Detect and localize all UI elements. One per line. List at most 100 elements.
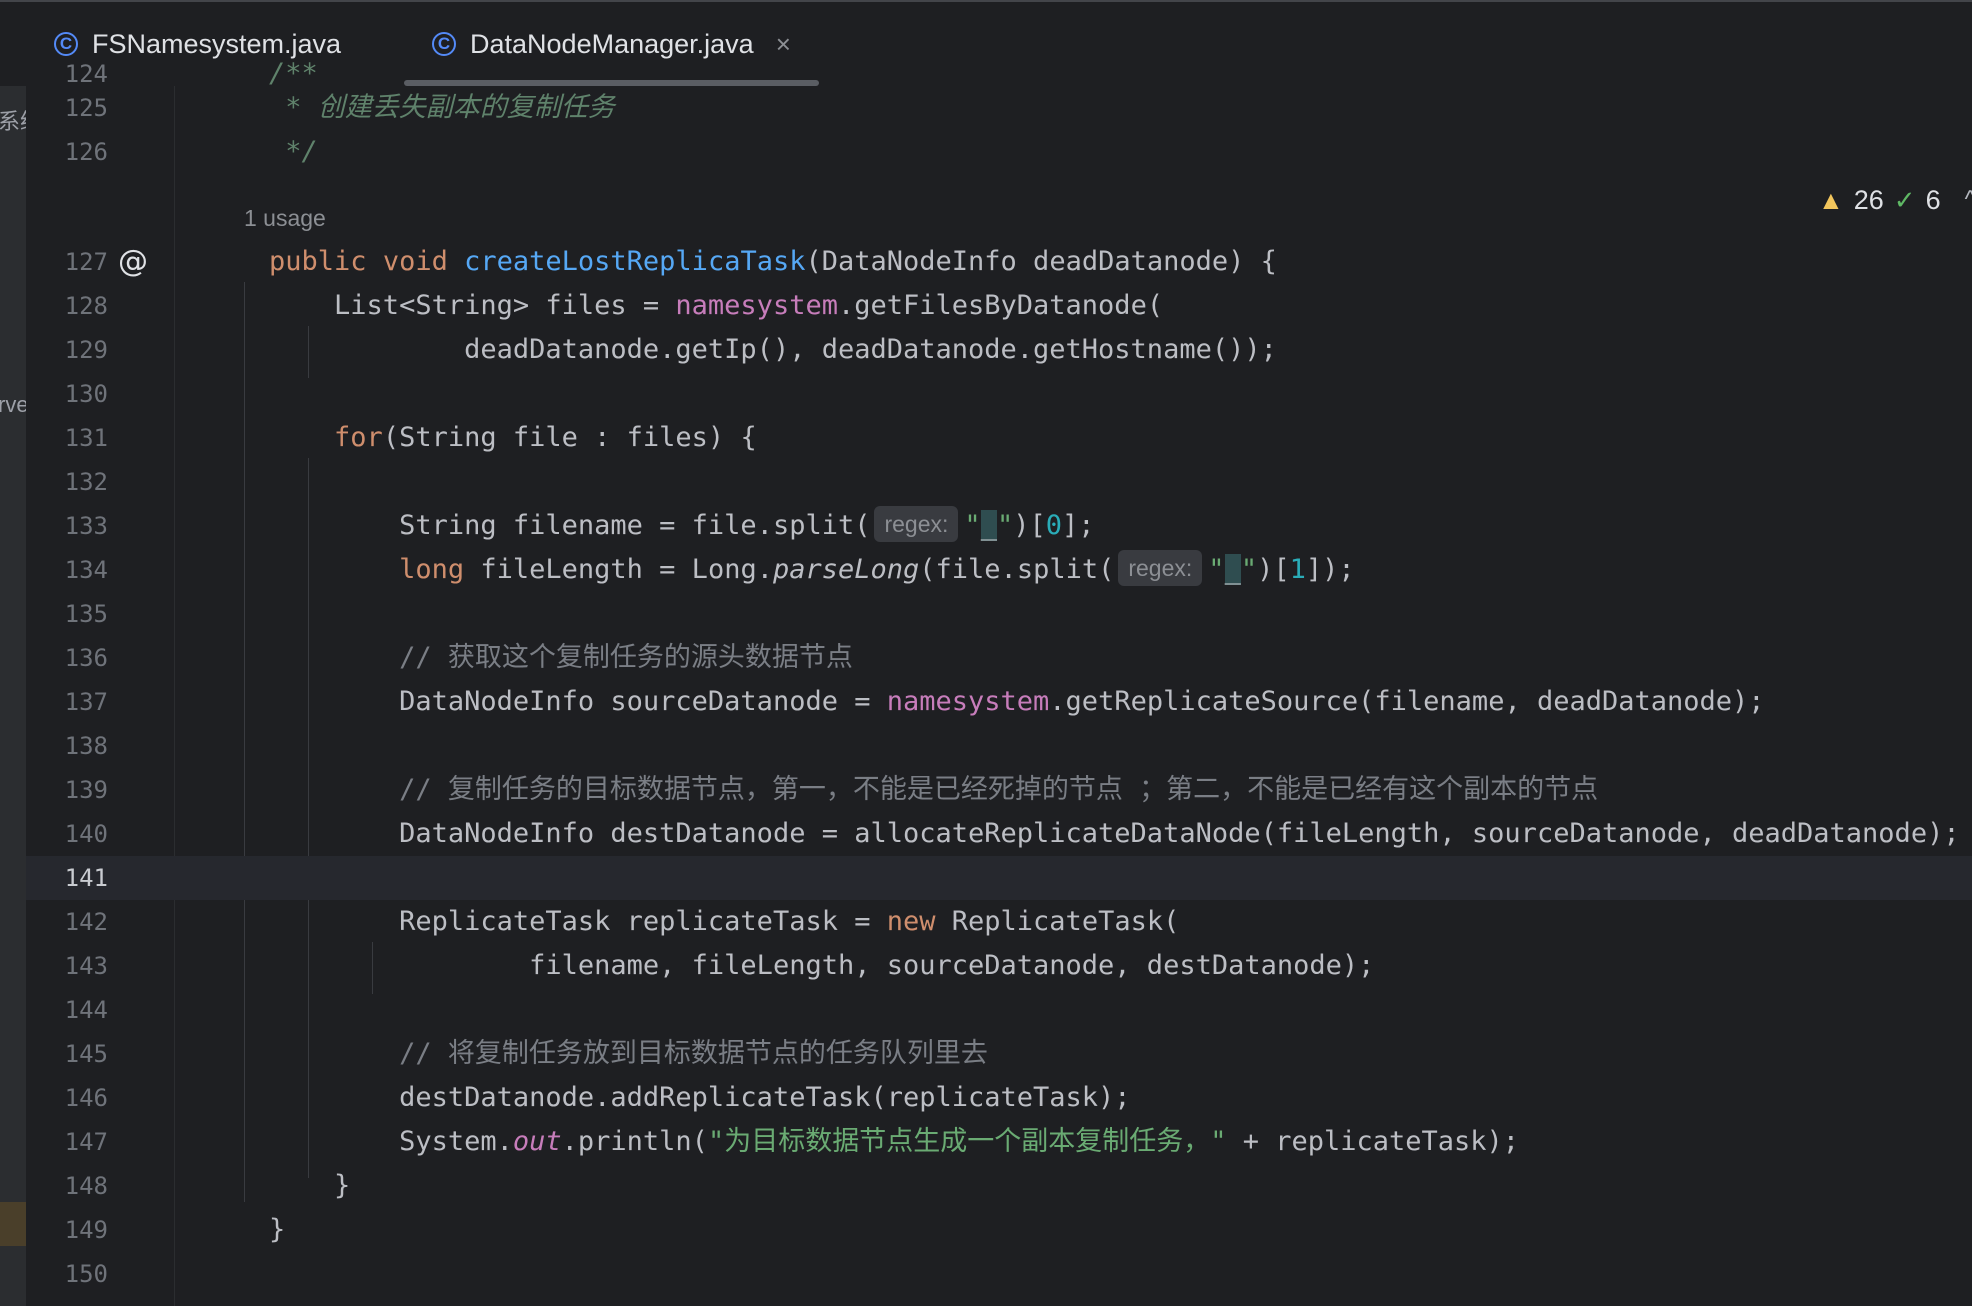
line-number[interactable]: 141 bbox=[46, 856, 108, 900]
chevron-up-icon[interactable]: ^ bbox=[1965, 186, 1972, 214]
line-number[interactable]: 146 bbox=[46, 1076, 108, 1120]
line-number[interactable]: 143 bbox=[46, 944, 108, 988]
code-line[interactable]: 136 // 获取这个复制任务的源头数据节点 bbox=[26, 636, 1972, 680]
code-line[interactable]: 141 bbox=[26, 856, 1972, 900]
line-number[interactable]: 144 bbox=[46, 988, 108, 1032]
code-token: namesystem bbox=[675, 290, 838, 321]
usage-hint[interactable]: 1 usage bbox=[244, 196, 326, 240]
line-code: String filename = file.split(regex: "_")[… bbox=[204, 504, 1095, 548]
code-line[interactable]: 130 bbox=[26, 372, 1972, 416]
code-token: " bbox=[964, 510, 981, 541]
code-line[interactable]: 128 List<String> files = namesystem.getF… bbox=[26, 284, 1972, 328]
code-line[interactable]: 135 bbox=[26, 592, 1972, 636]
project-tool-window-edge[interactable]: 系统 rve bbox=[0, 86, 26, 1306]
code-token: destDatanode.addReplicateTask(replicateT… bbox=[204, 1082, 1131, 1113]
code-token: (String file : files) { bbox=[382, 422, 757, 453]
line-code: public void createLostReplicaTask(DataNo… bbox=[204, 240, 1277, 284]
weak-warning-icon: ✓ bbox=[1893, 184, 1916, 215]
inspection-widget[interactable]: ▲ 26 ✓ 6 ^ bbox=[1818, 182, 1972, 218]
line-number[interactable]: 125 bbox=[46, 86, 108, 130]
line-number[interactable]: 137 bbox=[46, 680, 108, 724]
line-number[interactable]: 145 bbox=[46, 1032, 108, 1076]
line-number[interactable]: 140 bbox=[46, 812, 108, 856]
code-token: List<String> files = bbox=[204, 290, 676, 321]
code-token: + replicateTask); bbox=[1226, 1126, 1520, 1157]
code-token: )[ bbox=[1013, 510, 1046, 541]
code-line[interactable]: 131 for(String file : files) { bbox=[26, 416, 1972, 460]
code-line[interactable]: 144 bbox=[26, 988, 1972, 1032]
code-token: _ bbox=[980, 510, 997, 541]
change-marker bbox=[0, 1202, 26, 1246]
line-code: long fileLength = Long.parseLong(file.sp… bbox=[204, 548, 1355, 592]
code-token: out bbox=[512, 1126, 562, 1157]
code-token: } bbox=[204, 1214, 286, 1245]
line-number[interactable]: 136 bbox=[46, 636, 108, 680]
line-number[interactable]: 135 bbox=[46, 592, 108, 636]
code-token: // 将复制任务放到目标数据节点的任务队列里去 bbox=[204, 1038, 988, 1069]
code-token: public void bbox=[269, 246, 465, 277]
code-line[interactable]: 146 destDatanode.addReplicateTask(replic… bbox=[26, 1076, 1972, 1120]
code-line[interactable]: 148 } bbox=[26, 1164, 1972, 1208]
code-line[interactable]: 127 public void createLostReplicaTask(Da… bbox=[26, 240, 1972, 284]
line-number[interactable]: 150 bbox=[46, 1252, 108, 1296]
line-number[interactable]: 149 bbox=[46, 1208, 108, 1252]
line-number[interactable]: 131 bbox=[46, 416, 108, 460]
code-line[interactable]: 129 deadDatanode.getIp(), deadDatanode.g… bbox=[26, 328, 1972, 372]
code-line[interactable]: 125 * 创建丢失副本的复制任务 bbox=[26, 86, 1972, 130]
code-token: // 获取这个复制任务的源头数据节点 bbox=[204, 642, 853, 673]
code-line[interactable]: 142 ReplicateTask replicateTask = new Re… bbox=[26, 900, 1972, 944]
code-token: fileLength = Long. bbox=[464, 554, 773, 585]
code-line[interactable]: 133 String filename = file.split(regex: "… bbox=[26, 504, 1972, 548]
line-code: } bbox=[204, 1164, 350, 1208]
code-token: filename, fileLength, sourceDatanode, de… bbox=[204, 950, 1375, 981]
line-number[interactable]: 130 bbox=[46, 372, 108, 416]
code-line[interactable]: 145 // 将复制任务放到目标数据节点的任务队列里去 bbox=[26, 1032, 1972, 1076]
code-token: /** bbox=[204, 58, 318, 89]
line-number[interactable]: 126 bbox=[46, 130, 108, 174]
line-number[interactable]: 132 bbox=[46, 460, 108, 504]
code-token: "为目标数据节点生成一个副本复制任务，" bbox=[707, 1126, 1227, 1157]
line-number[interactable]: 134 bbox=[46, 548, 108, 592]
line-number[interactable]: 138 bbox=[46, 724, 108, 768]
code-token: String filename = file.split( bbox=[204, 510, 871, 541]
code-line[interactable]: 139 // 复制任务的目标数据节点，第一，不能是已经死掉的节点 ；第二，不能是… bbox=[26, 768, 1972, 812]
ide-window: C FSNamesystem.java C DataNodeManager.ja… bbox=[0, 0, 1972, 1306]
code-line[interactable]: 147 System.out.println("为目标数据节点生成一个副本复制任… bbox=[26, 1120, 1972, 1164]
warning-icon: ▲ bbox=[1818, 184, 1844, 215]
code-token: new bbox=[886, 906, 936, 937]
line-code: for(String file : files) { bbox=[204, 416, 757, 460]
code-editor[interactable]: 1 usage @ 124 /** 125 * 创建丢失副本的复制任务 126 */… bbox=[26, 58, 1972, 1306]
line-number[interactable]: 142 bbox=[46, 900, 108, 944]
code-token: deadDatanode.getIp(), deadDatanode.getHo… bbox=[204, 334, 1277, 365]
weak-warning-count: 6 bbox=[1925, 184, 1941, 215]
code-token: * 创建丢失副本的复制任务 bbox=[204, 92, 615, 123]
line-code: destDatanode.addReplicateTask(replicateT… bbox=[204, 1076, 1131, 1120]
code-line[interactable]: 138 bbox=[26, 724, 1972, 768]
code-line[interactable]: 134 long fileLength = Long.parseLong(fil… bbox=[26, 548, 1972, 592]
code-token: 1 bbox=[1289, 554, 1306, 585]
line-code: ReplicateTask replicateTask = new Replic… bbox=[204, 900, 1179, 944]
parameter-hint: regex: bbox=[1118, 550, 1203, 586]
line-number[interactable]: 147 bbox=[46, 1120, 108, 1164]
code-line[interactable]: 150 bbox=[26, 1252, 1972, 1296]
code-line[interactable]: 132 bbox=[26, 460, 1972, 504]
code-token: 0 bbox=[1045, 510, 1062, 541]
line-number[interactable]: 139 bbox=[46, 768, 108, 812]
warning-count: 26 bbox=[1853, 184, 1884, 215]
code-line[interactable]: 137 DataNodeInfo sourceDatanode = namesy… bbox=[26, 680, 1972, 724]
code-line[interactable]: 149 } bbox=[26, 1208, 1972, 1252]
code-line[interactable]: 126 */ bbox=[26, 130, 1972, 174]
code-token: ReplicateTask replicateTask = bbox=[204, 906, 887, 937]
line-number[interactable]: 129 bbox=[46, 328, 108, 372]
code-token: ]; bbox=[1062, 510, 1095, 541]
line-number[interactable]: 133 bbox=[46, 504, 108, 548]
code-token: System. bbox=[204, 1126, 513, 1157]
line-number[interactable]: 128 bbox=[46, 284, 108, 328]
line-number[interactable]: 148 bbox=[46, 1164, 108, 1208]
parameter-hint: regex: bbox=[874, 506, 959, 542]
code-line[interactable]: 140 DataNodeInfo destDatanode = allocate… bbox=[26, 812, 1972, 856]
code-token: createLostReplicaTask bbox=[464, 246, 806, 277]
code-line[interactable]: 143 filename, fileLength, sourceDatanode… bbox=[26, 944, 1972, 988]
code-token: ReplicateTask( bbox=[935, 906, 1180, 937]
line-number[interactable]: 127 bbox=[46, 240, 108, 284]
